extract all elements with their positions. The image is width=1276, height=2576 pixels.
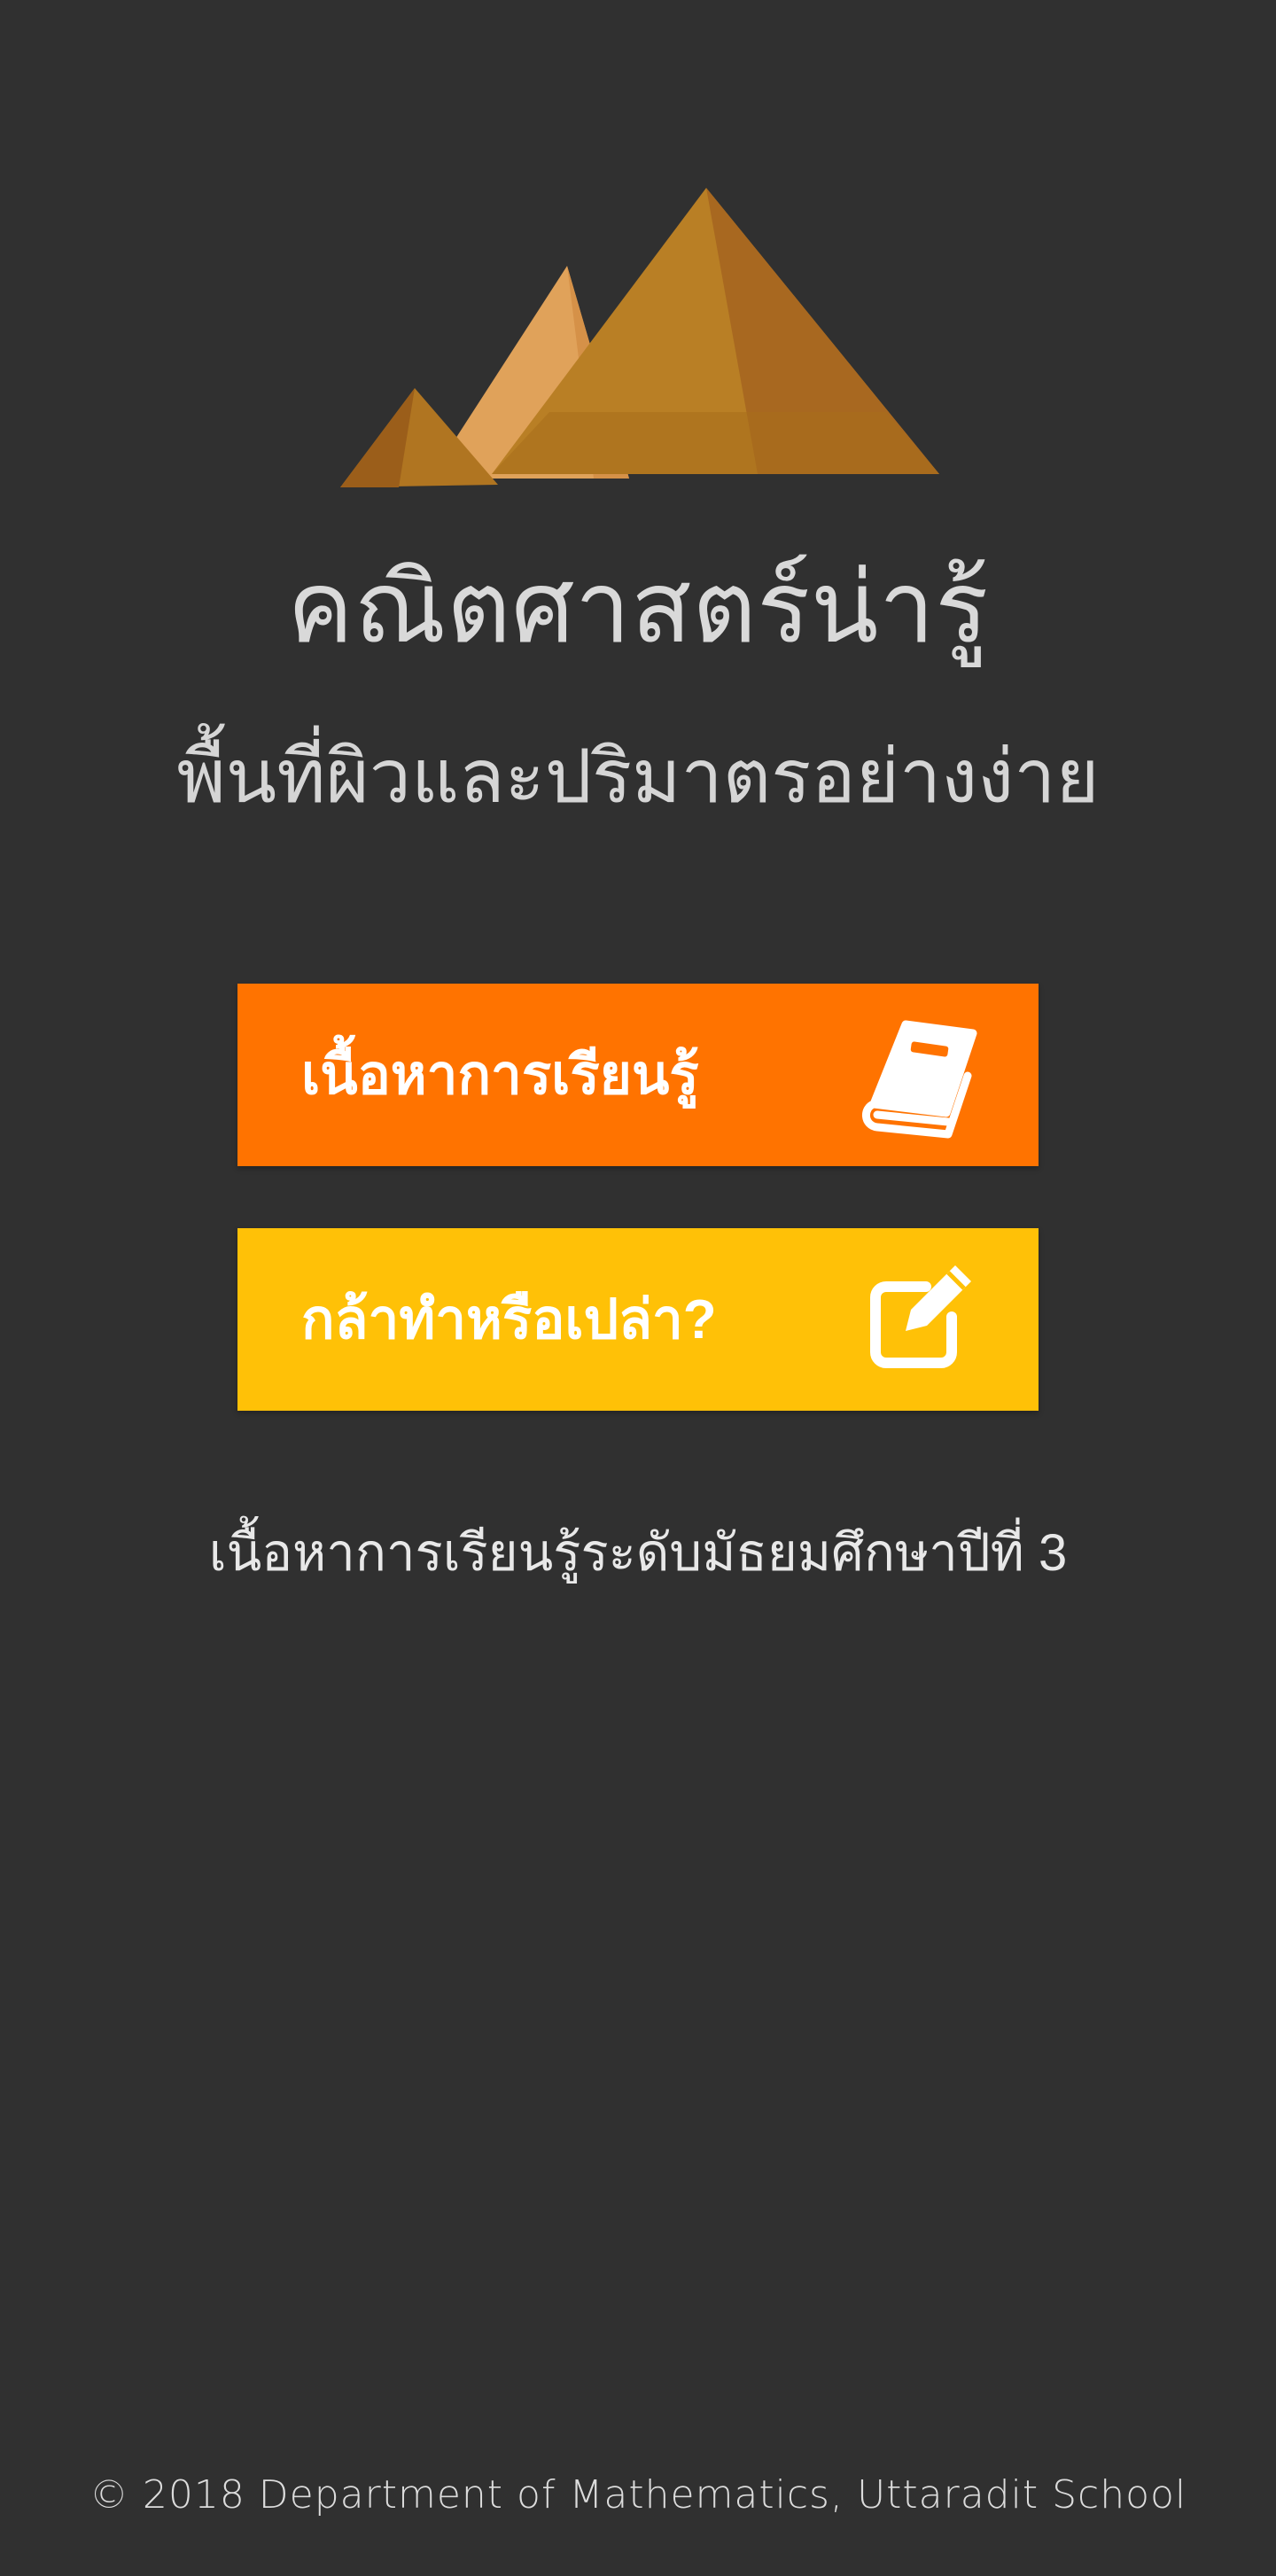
grade-level-caption: เนื้อหาการเรียนรู้ระดับมัธยมศึกษาปีที่ 3 [208,1524,1068,1582]
learning-content-button[interactable]: เนื้อหาการเรียนรู้ [237,984,1039,1166]
footer-copyright: © 2018 Department of Mathematics, Uttara… [89,2472,1187,2518]
learning-content-label: เนื้อหาการเรียนรู้ [301,1045,699,1106]
pyramids-logo-icon [337,182,939,492]
app-title: คณิตศาสตร์น่ารู้ [287,550,989,665]
edit-icon [851,1253,984,1386]
book-icon [851,1008,984,1141]
quiz-button[interactable]: กล้าทำหรือเปล่า? [237,1228,1039,1411]
app-subtitle: พื้นที่ผิวและปริมาตรอย่างง่าย [176,733,1100,820]
quiz-label: กล้าทำหรือเปล่า? [301,1289,717,1350]
